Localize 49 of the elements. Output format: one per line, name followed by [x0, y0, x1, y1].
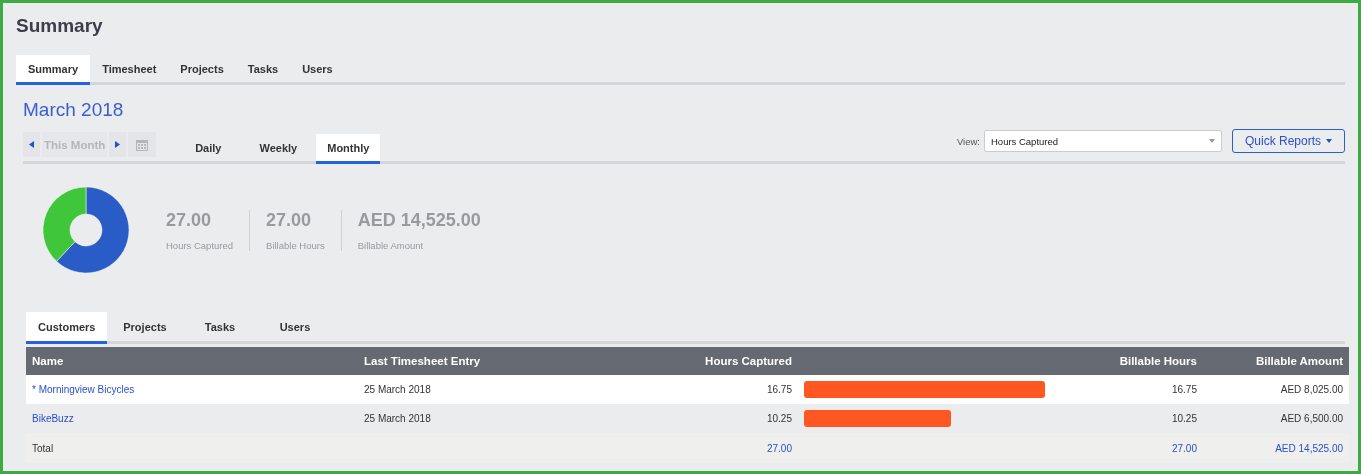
tab[interactable]: Users: [257, 312, 333, 344]
table-cell: AED 6,500.00: [1203, 404, 1349, 433]
table-cell: 25 March 2018: [358, 404, 648, 433]
customer-link[interactable]: * Morningview Bicycles: [32, 384, 135, 395]
period-title: March 2018: [23, 99, 125, 121]
tab[interactable]: Projects: [107, 312, 183, 344]
total-value: AED 14,525.00: [1275, 442, 1343, 454]
left-arrow-icon: [29, 141, 34, 148]
page-title: Summary: [16, 15, 104, 38]
table-cell: 16.75: [648, 375, 798, 404]
column-header: Last Timesheet Entry: [358, 347, 648, 375]
stat-label: Hours Captured: [166, 239, 234, 251]
dropdown-arrow-icon: [1209, 139, 1215, 143]
stat-label: Billable Hours: [266, 239, 325, 251]
next-button[interactable]: [109, 132, 127, 157]
stat-value: 27.00: [266, 209, 313, 231]
view-label: View:: [956, 135, 980, 147]
stat-value: 27.00: [166, 209, 213, 231]
tab[interactable]: Users: [290, 55, 345, 85]
total-value: 27.00: [766, 442, 792, 454]
table-cell: 10.25: [1053, 404, 1203, 433]
tab[interactable]: Customers: [26, 312, 108, 344]
tab[interactable]: Summary: [16, 55, 91, 85]
total-label: Total: [32, 442, 54, 454]
table-cell: AED 8,025.00: [1203, 375, 1349, 404]
tab[interactable]: Timesheet: [90, 55, 169, 85]
tab[interactable]: Tasks: [235, 55, 291, 85]
table-cell: 10.25: [648, 404, 798, 433]
tab[interactable]: Tasks: [182, 312, 258, 344]
view-dropdown[interactable]: Hours Captured: [984, 130, 1222, 152]
period-tab[interactable]: Weekly: [246, 134, 311, 164]
stat-value: AED 14,525.00: [357, 209, 481, 231]
table-cell: 16.75: [1053, 375, 1203, 404]
total-value: 27.00: [1171, 442, 1197, 454]
column-header: Billable Amount: [1203, 347, 1349, 375]
table-cell: 25 March 2018: [358, 375, 648, 404]
right-arrow-icon: [115, 141, 121, 148]
caret-icon: [1326, 139, 1332, 143]
stat-label: Billable Amount: [357, 239, 425, 251]
period-tab[interactable]: Monthly: [316, 134, 381, 164]
previous-button[interactable]: [23, 132, 40, 157]
calendar-icon: [136, 138, 149, 151]
tab[interactable]: Projects: [168, 55, 236, 85]
column-header: Name: [26, 347, 358, 375]
column-header: Hours Captured: [648, 347, 798, 375]
customer-link[interactable]: BikeBuzz: [32, 413, 74, 424]
quick-reports-button[interactable]: Quick Reports: [1232, 129, 1345, 153]
column-header: Billable Hours: [1053, 347, 1203, 375]
period-tab[interactable]: Daily: [176, 134, 241, 164]
